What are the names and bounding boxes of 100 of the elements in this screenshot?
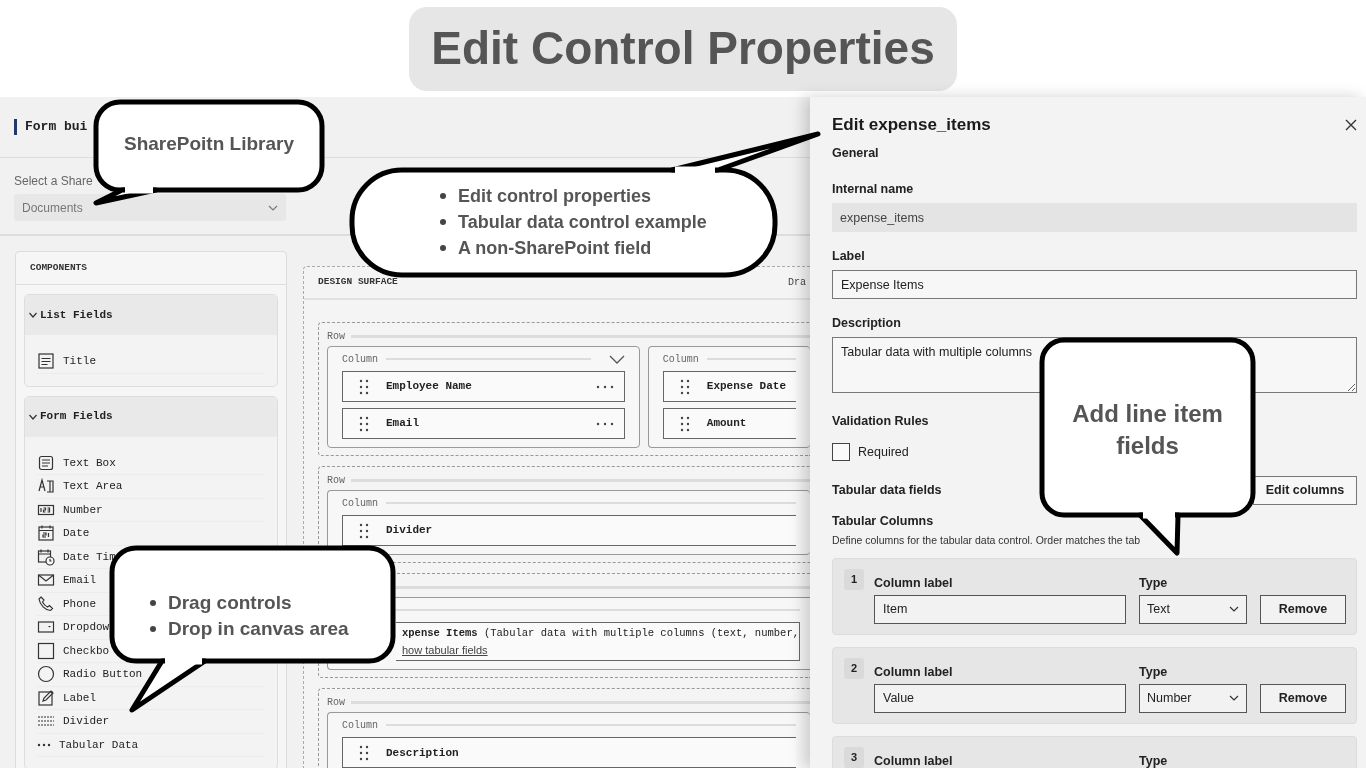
remove-button[interactable]: Remove — [1260, 594, 1346, 624]
edit-columns-button[interactable]: Edit columns — [1253, 475, 1357, 505]
component-item[interactable]: Checkbo — [37, 641, 110, 660]
bullet-icon — [440, 193, 446, 199]
field-label: Type — [1139, 752, 1169, 768]
callout-text: Edit control properties — [458, 184, 652, 208]
field-label: Type — [1139, 663, 1169, 680]
component-item[interactable]: Radio Button — [37, 665, 143, 684]
callout-text: Tabular data control example — [458, 210, 707, 234]
text-field[interactable]: Expense Items — [832, 270, 1357, 299]
column-label: Column — [342, 352, 378, 367]
remove-button[interactable]: Remove — [1260, 683, 1346, 713]
drag-handle-icon — [359, 378, 369, 395]
component-item[interactable]: Text Area — [37, 477, 123, 496]
chevron-down-icon — [268, 204, 278, 211]
field-label: Employee Name — [386, 379, 473, 395]
form-field[interactable]: Employee Name — [342, 371, 625, 402]
component-item[interactable]: Dropdow — [37, 618, 110, 637]
group-header[interactable]: List Fields — [25, 295, 277, 335]
row-label: Row — [327, 329, 345, 344]
column-label: Column — [342, 718, 378, 733]
column-label-field[interactable]: Item — [874, 594, 1126, 624]
component-item[interactable]: Number — [37, 500, 103, 519]
checkbox-label: Required — [858, 444, 909, 461]
field-label: Tabular data fields — [832, 482, 942, 499]
form-field[interactable]: Email — [342, 408, 625, 439]
bullet-icon — [440, 245, 446, 251]
field-label: Column label — [874, 752, 954, 768]
drag-handle-icon — [679, 415, 690, 432]
field-label: Internal name — [832, 181, 915, 197]
app-title: Form bui — [25, 118, 88, 137]
component-item[interactable]: Date — [37, 524, 90, 543]
drag-handle-icon — [359, 522, 369, 539]
component-item[interactable]: Email — [37, 571, 96, 590]
more-icon[interactable] — [595, 421, 614, 426]
form-field[interactable]: Expense Date — [662, 371, 796, 402]
page-title: Edit Control Properties — [409, 6, 957, 91]
callout-text: Drop in canvas area — [168, 616, 349, 641]
panel-title: Edit expense_items — [832, 114, 991, 137]
form-field[interactable]: Description — [342, 737, 796, 768]
row-label: Row — [327, 473, 345, 488]
required-checkbox[interactable] — [832, 443, 850, 462]
group-header[interactable]: Form Fields — [25, 396, 277, 437]
form-field[interactable]: Amount — [662, 408, 796, 439]
field-label: Description — [386, 745, 460, 761]
more-icon[interactable] — [595, 384, 614, 389]
accent-bar — [14, 119, 17, 135]
callout-text: Drag controls — [168, 590, 292, 615]
lines-icon — [37, 453, 55, 472]
surface-hint: Dra — [788, 276, 806, 290]
section-heading: General — [832, 145, 880, 161]
surface-heading: DESIGN SURFACE — [318, 275, 398, 290]
type-dropdown[interactable]: Text — [1139, 594, 1247, 624]
dots-icon — [37, 742, 51, 747]
form-field[interactable]: Divider — [342, 515, 796, 546]
chevron-down-icon — [1229, 695, 1239, 701]
pencil-square-icon — [37, 688, 55, 707]
close-icon[interactable] — [1345, 119, 1357, 131]
row-label: Row — [327, 695, 345, 710]
component-item[interactable]: Title — [37, 352, 96, 371]
field-label: Divider — [386, 523, 434, 539]
field-label: Amount — [706, 416, 748, 432]
column-number: 3 — [844, 746, 864, 768]
field-label: Type — [1139, 574, 1169, 591]
callout-text: Add line item fields — [1071, 399, 1224, 461]
component-item[interactable]: Label — [37, 688, 96, 707]
callout-text: A non-SharePoint field — [458, 236, 652, 260]
column-number: 2 — [844, 657, 864, 679]
chevron-down-icon — [1229, 606, 1239, 612]
calendar-icon — [37, 524, 55, 543]
bullet-icon — [150, 600, 156, 606]
column-number: 1 — [844, 568, 864, 590]
bullet-icon — [150, 626, 156, 632]
column-label-field[interactable]: Value — [874, 683, 1126, 713]
component-item[interactable]: Tabular Data — [37, 736, 139, 753]
component-item[interactable]: Divider — [37, 712, 110, 731]
library-dropdown[interactable]: Documents — [14, 194, 286, 221]
drag-handle-icon — [359, 744, 369, 761]
section-hint: Define columns for the tabular data control. Order matches the tab — [832, 532, 1142, 548]
text-area-icon — [37, 477, 55, 496]
show-fields-link[interactable]: how tabular fields — [402, 641, 488, 659]
chevron-down-icon[interactable] — [608, 354, 625, 364]
calendar-clock-icon — [37, 547, 55, 566]
field-label: Expense Date — [706, 379, 786, 395]
field-label: Email — [386, 416, 420, 432]
panel-heading: COMPONENTS — [30, 260, 87, 275]
field-label: Label — [832, 248, 866, 264]
type-dropdown[interactable]: Number — [1139, 683, 1247, 713]
drag-handle-icon — [359, 415, 369, 432]
form-field[interactable]: xpense Items (Tabular data with multiple columns (text, number, how tabular fields — [396, 622, 800, 662]
component-item[interactable]: Phone — [37, 594, 96, 613]
checkbox-icon — [37, 641, 55, 660]
component-item[interactable]: Text Box — [37, 453, 116, 472]
radio-icon — [37, 665, 55, 684]
bullet-icon — [440, 219, 446, 225]
drag-handle-icon — [679, 378, 690, 395]
text-block-icon — [37, 352, 55, 371]
callout-text: SharePoitn Library — [123, 131, 295, 156]
field-label: Column label — [874, 663, 954, 680]
section-heading: Tabular Columns — [832, 512, 935, 529]
